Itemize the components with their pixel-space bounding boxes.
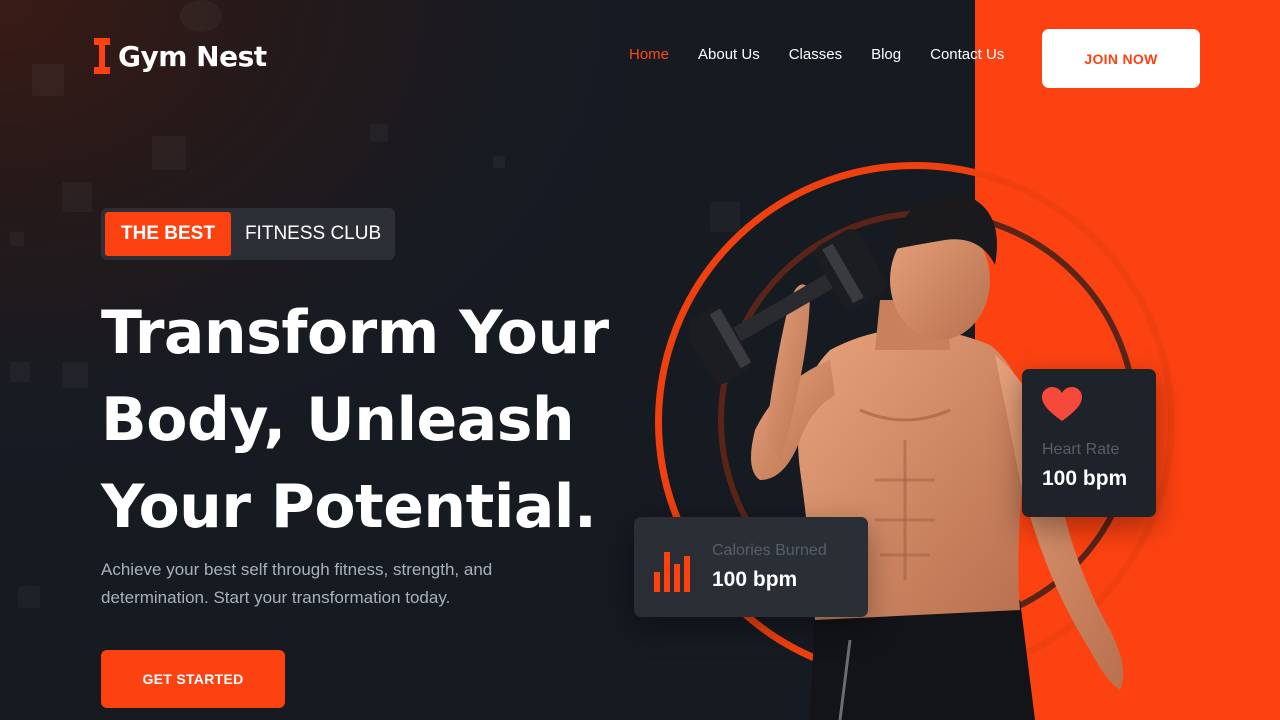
join-now-button[interactable]: JOIN NOW xyxy=(1042,29,1200,88)
decor-square xyxy=(62,362,88,388)
bar-chart-icon xyxy=(654,552,690,592)
headline-line-1: Transform Your xyxy=(101,298,609,368)
headline-line-2: Body, Unleash xyxy=(101,385,575,455)
nav-classes[interactable]: Classes xyxy=(789,46,842,63)
badge-highlight: THE BEST xyxy=(105,212,231,256)
nav-home[interactable]: Home xyxy=(629,46,669,63)
hero-headline: Transform Your Body, Unleash Your Potent… xyxy=(101,290,661,551)
badge-text: FITNESS CLUB xyxy=(244,223,382,244)
heart-icon xyxy=(1042,387,1082,421)
nav-blog[interactable]: Blog xyxy=(871,46,901,63)
calories-card: Calories Burned 100 bpm xyxy=(634,517,868,617)
dumbbell-icon xyxy=(94,38,110,74)
decor-square xyxy=(62,182,92,212)
nav-contact-us[interactable]: Contact Us xyxy=(930,46,1004,63)
hero-badge: THE BEST FITNESS CLUB xyxy=(101,208,396,260)
heart-rate-label: Heart Rate xyxy=(1042,441,1120,458)
decor-square xyxy=(370,124,388,142)
decor-square xyxy=(180,0,222,32)
headline-line-3: Your Potential. xyxy=(101,472,597,542)
decor-square xyxy=(32,64,64,96)
heart-rate-card: Heart Rate 100 bpm xyxy=(1022,369,1156,517)
main-nav: Home About Us Classes Blog Contact Us xyxy=(629,46,1004,63)
decor-square xyxy=(10,362,30,382)
nav-about-us[interactable]: About Us xyxy=(698,46,760,63)
brand-logo[interactable]: Gym Nest xyxy=(92,36,267,76)
calories-value: 100 bpm xyxy=(712,568,798,591)
calories-label: Calories Burned xyxy=(712,542,827,559)
decor-square xyxy=(18,586,40,608)
get-started-button[interactable]: GET STARTED xyxy=(101,650,285,708)
decor-square xyxy=(152,136,186,170)
hero-subtext: Achieve your best self through fitness, … xyxy=(101,560,493,607)
decor-square xyxy=(10,232,24,246)
brand-name: Gym Nest xyxy=(118,39,267,73)
heart-rate-value: 100 bpm xyxy=(1042,467,1128,490)
decor-square xyxy=(493,156,505,168)
